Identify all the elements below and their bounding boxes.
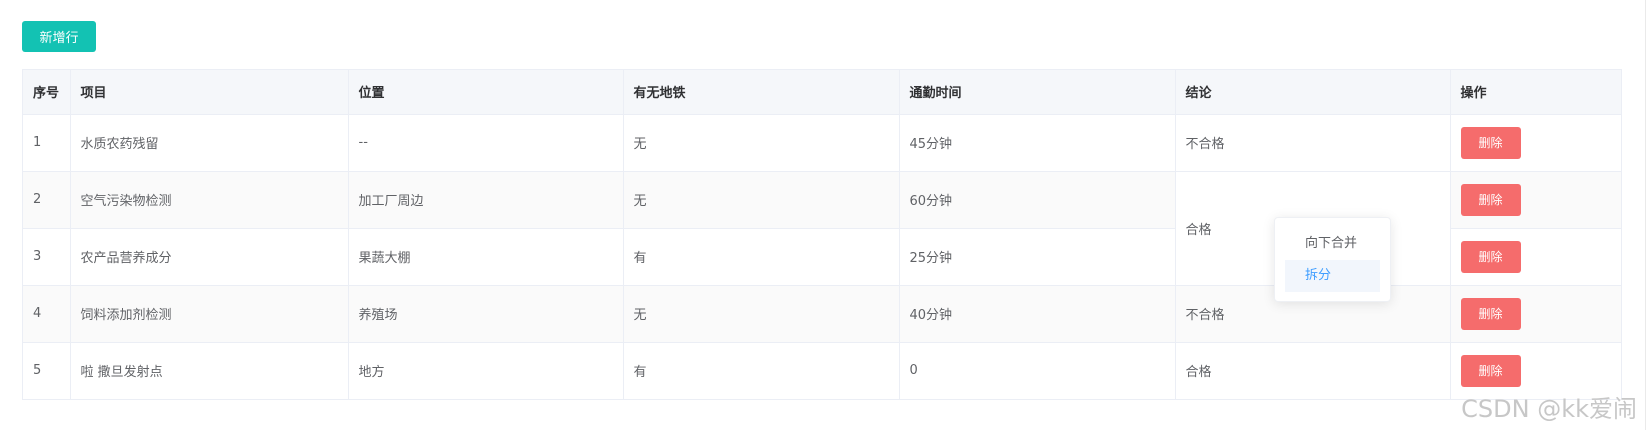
cell-item: 饲料添加剂检测 [70, 285, 349, 343]
menu-item-merge-down[interactable]: 向下合并 [1285, 228, 1380, 260]
cell-subway: 无 [623, 171, 900, 229]
cell-index: 2 [23, 171, 71, 229]
cell-commute: 40分钟 [899, 285, 1176, 343]
cell-action: 删除 [1450, 171, 1621, 229]
cell-index: 1 [23, 114, 71, 172]
cell-commute: 25分钟 [899, 228, 1176, 286]
menu-item-split[interactable]: 拆分 [1285, 260, 1380, 292]
cell-location: -- [348, 114, 624, 172]
cell-commute: 45分钟 [899, 114, 1176, 172]
cell-action: 删除 [1450, 285, 1621, 343]
header-location: 位置 [348, 70, 624, 115]
cell-item: 空气污染物检测 [70, 171, 349, 229]
header-index: 序号 [23, 70, 71, 115]
context-menu: 向下合并 拆分 [1274, 217, 1391, 302]
cell-subway: 有 [623, 228, 900, 286]
watermark: CSDN @kk爱闹 [1461, 395, 1637, 423]
header-conclusion: 结论 [1175, 70, 1451, 115]
cell-action: 删除 [1450, 228, 1621, 286]
cell-location: 加工厂周边 [348, 171, 624, 229]
table-row[interactable]: 1 水质农药残留 -- 无 45分钟 不合格 删除 [23, 114, 1621, 172]
cell-conclusion[interactable]: 合格 [1175, 342, 1451, 399]
table-header-row: 序号 项目 位置 有无地铁 通勤时间 结论 操作 [23, 70, 1621, 115]
delete-button[interactable]: 删除 [1460, 126, 1521, 159]
cell-index: 4 [23, 285, 71, 343]
cell-commute: 0 [899, 342, 1176, 399]
cell-item: 农产品营养成分 [70, 228, 349, 286]
table-row[interactable]: 5 啦 撒旦发射点 地方 有 0 合格 删除 [23, 342, 1621, 399]
cell-location: 养殖场 [348, 285, 624, 343]
cell-index: 5 [23, 342, 71, 399]
cell-location: 地方 [348, 342, 624, 399]
header-subway: 有无地铁 [623, 70, 900, 115]
header-item: 项目 [70, 70, 349, 115]
cell-action: 删除 [1450, 114, 1621, 172]
cell-item: 水质农药残留 [70, 114, 349, 172]
delete-button[interactable]: 删除 [1460, 354, 1521, 387]
cell-location: 果蔬大棚 [348, 228, 624, 286]
cell-item: 啦 撒旦发射点 [70, 342, 349, 399]
header-commute: 通勤时间 [899, 70, 1176, 115]
delete-button[interactable]: 删除 [1460, 297, 1521, 330]
cell-conclusion[interactable]: 不合格 [1175, 114, 1451, 172]
cell-subway: 无 [623, 285, 900, 343]
add-row-button[interactable]: 新增行 [22, 21, 96, 52]
cell-subway: 有 [623, 342, 900, 399]
header-action: 操作 [1450, 70, 1621, 115]
cell-subway: 无 [623, 114, 900, 172]
delete-button[interactable]: 删除 [1460, 240, 1521, 273]
cell-index: 3 [23, 228, 71, 286]
page: 新增行 序号 项目 位置 有无地铁 通勤时间 结论 操作 1 水质农药残留 --… [0, 0, 1646, 430]
cell-commute: 60分钟 [899, 171, 1176, 229]
delete-button[interactable]: 删除 [1460, 183, 1521, 216]
